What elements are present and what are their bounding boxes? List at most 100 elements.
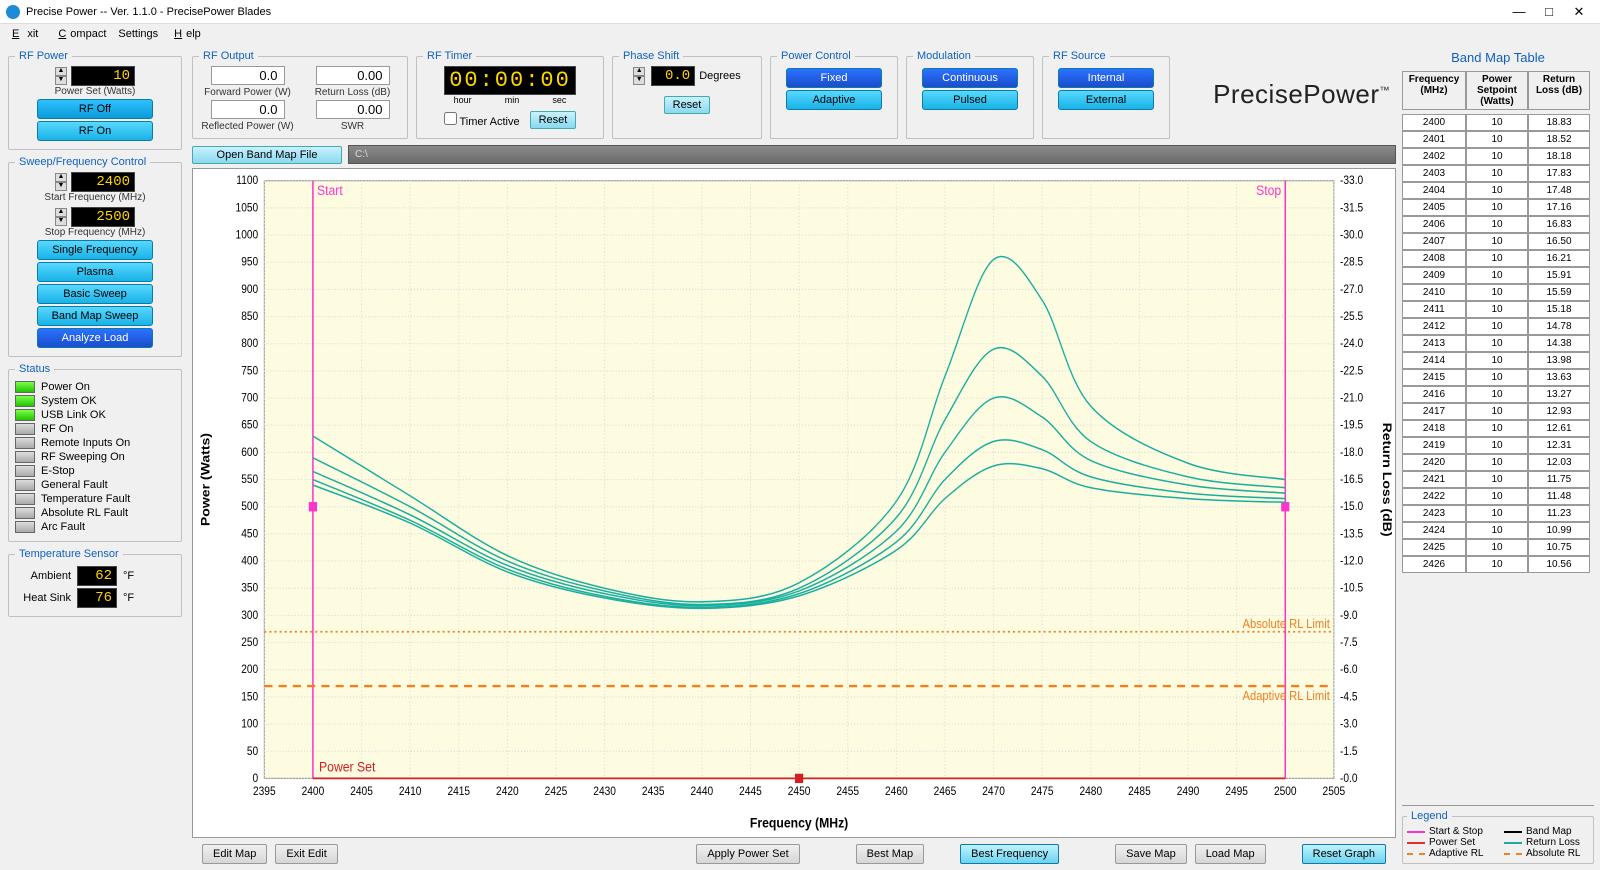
exit-edit-button[interactable]: Exit Edit [275,844,337,864]
table-row[interactable]: 24171012.93 [1402,403,1594,420]
table-row[interactable]: 24241010.99 [1402,522,1594,539]
start-freq-value[interactable]: 2400 [71,172,135,192]
analyze-load-button[interactable]: Analyze Load [37,328,153,348]
window-title: Precise Power -- Ver. 1.1.0 - PrecisePow… [26,6,271,18]
table-row[interactable]: 24051017.16 [1402,199,1594,216]
svg-text:2450: 2450 [788,785,811,798]
table-row[interactable]: 24261010.56 [1402,556,1594,573]
table-row[interactable]: 24081016.21 [1402,250,1594,267]
table-row[interactable]: 24251010.75 [1402,539,1594,556]
svg-text:2480: 2480 [1079,785,1102,798]
table-row[interactable]: 24141013.98 [1402,352,1594,369]
svg-text:-16.5: -16.5 [1340,473,1363,486]
apply-power-set-button[interactable]: Apply Power Set [696,844,799,864]
stop-freq-up[interactable]: ▲ [55,208,67,217]
table-row[interactable]: 24041017.48 [1402,182,1594,199]
stop-freq-down[interactable]: ▼ [55,217,67,226]
maximize-icon[interactable]: □ [1534,4,1564,19]
power-set-down[interactable]: ▼ [55,76,67,85]
best-map-button[interactable]: Best Map [856,844,924,864]
table-row[interactable]: 24121014.78 [1402,318,1594,335]
close-icon[interactable]: ✕ [1564,4,1594,20]
plasma-button[interactable]: Plasma [37,262,153,282]
phase-reset-button[interactable]: Reset [664,96,711,114]
svg-text:-28.5: -28.5 [1340,256,1363,269]
open-band-map-button[interactable]: Open Band Map File [192,146,342,164]
svg-text:-30.0: -30.0 [1340,229,1363,242]
svg-text:900: 900 [241,283,258,296]
start-freq-down[interactable]: ▼ [55,182,67,191]
internal-button[interactable]: Internal [1058,68,1154,88]
table-row[interactable]: 24111015.18 [1402,301,1594,318]
table-row[interactable]: 24031017.83 [1402,165,1594,182]
svg-text:1000: 1000 [236,229,259,242]
svg-text:-19.5: -19.5 [1340,419,1363,432]
external-button[interactable]: External [1058,90,1154,110]
svg-text:-7.5: -7.5 [1340,636,1358,649]
rf-off-button[interactable]: RF Off [37,99,153,119]
single-frequency-button[interactable]: Single Frequency [37,240,153,260]
menu-help[interactable]: Help [166,28,205,40]
rf-on-button[interactable]: RF On [37,121,153,141]
svg-text:2470: 2470 [982,785,1005,798]
table-row[interactable]: 24061016.83 [1402,216,1594,233]
table-row[interactable]: 24181012.61 [1402,420,1594,437]
timer-active-checkbox[interactable]: Timer Active [444,112,520,128]
table-row[interactable]: 24221011.48 [1402,488,1594,505]
phase-up[interactable]: ▲ [633,67,645,76]
svg-text:350: 350 [241,582,258,595]
fixed-button[interactable]: Fixed [786,68,882,88]
continuous-button[interactable]: Continuous [922,68,1018,88]
table-row[interactable]: 24011018.52 [1402,131,1594,148]
reset-graph-button[interactable]: Reset Graph [1302,844,1386,864]
svg-text:100: 100 [241,718,258,731]
table-row[interactable]: 24001018.83 [1402,114,1594,131]
status-led [15,437,35,449]
svg-text:550: 550 [241,473,258,486]
band-map-sweep-button[interactable]: Band Map Sweep [37,306,153,326]
edit-map-button[interactable]: Edit Map [202,844,267,864]
svg-text:800: 800 [241,338,258,351]
table-row[interactable]: 24231011.23 [1402,505,1594,522]
adaptive-button[interactable]: Adaptive [786,90,882,110]
table-row[interactable]: 24191012.31 [1402,437,1594,454]
phase-down[interactable]: ▼ [633,76,645,85]
start-freq-up[interactable]: ▲ [55,173,67,182]
chart-area[interactable]: 2395240024052410241524202425243024352440… [192,168,1396,838]
status-label: E-Stop [41,465,75,477]
phase-panel: Phase Shift ▲▼ 0.0 Degrees Reset [612,50,762,139]
table-row[interactable]: 24201012.03 [1402,454,1594,471]
menu-compact[interactable]: Compact [50,28,110,40]
basic-sweep-button[interactable]: Basic Sweep [37,284,153,304]
svg-text:400: 400 [241,555,258,568]
table-row[interactable]: 24151013.63 [1402,369,1594,386]
status-label: USB Link OK [41,409,106,421]
menu-settings[interactable]: Settings [114,28,162,40]
svg-text:1050: 1050 [236,202,259,215]
timer-reset-button[interactable]: Reset [530,111,577,129]
table-row[interactable]: 24021018.18 [1402,148,1594,165]
table-row[interactable]: 24071016.50 [1402,233,1594,250]
sweep-panel: Sweep/Frequency Control ▲▼ 2400 Start Fr… [8,156,182,357]
stop-freq-value[interactable]: 2500 [71,207,135,227]
table-row[interactable]: 24161013.27 [1402,386,1594,403]
menu-exit[interactable]: Exit [4,28,46,40]
table-row[interactable]: 24211011.75 [1402,471,1594,488]
forward-power: 0.0 [211,66,285,85]
power-control-panel: Power Control Fixed Adaptive [770,50,898,139]
table-row[interactable]: 24091015.91 [1402,267,1594,284]
phase-value[interactable]: 0.0 [651,66,695,86]
pulsed-button[interactable]: Pulsed [922,90,1018,110]
timer-value: 00:00:00 [444,66,576,95]
minimize-icon[interactable]: — [1504,4,1534,19]
table-body[interactable]: 24001018.8324011018.5224021018.182403101… [1402,114,1594,806]
table-row[interactable]: 24101015.59 [1402,284,1594,301]
status-led [15,493,35,505]
load-map-button[interactable]: Load Map [1195,844,1266,864]
rf-power-panel: RF Power ▲▼ 10 Power Set (Watts) RF Off … [8,50,182,150]
table-row[interactable]: 24131014.38 [1402,335,1594,352]
power-set-value[interactable]: 10 [71,66,135,86]
save-map-button[interactable]: Save Map [1115,844,1187,864]
best-frequency-button[interactable]: Best Frequency [960,844,1059,864]
power-set-up[interactable]: ▲ [55,67,67,76]
